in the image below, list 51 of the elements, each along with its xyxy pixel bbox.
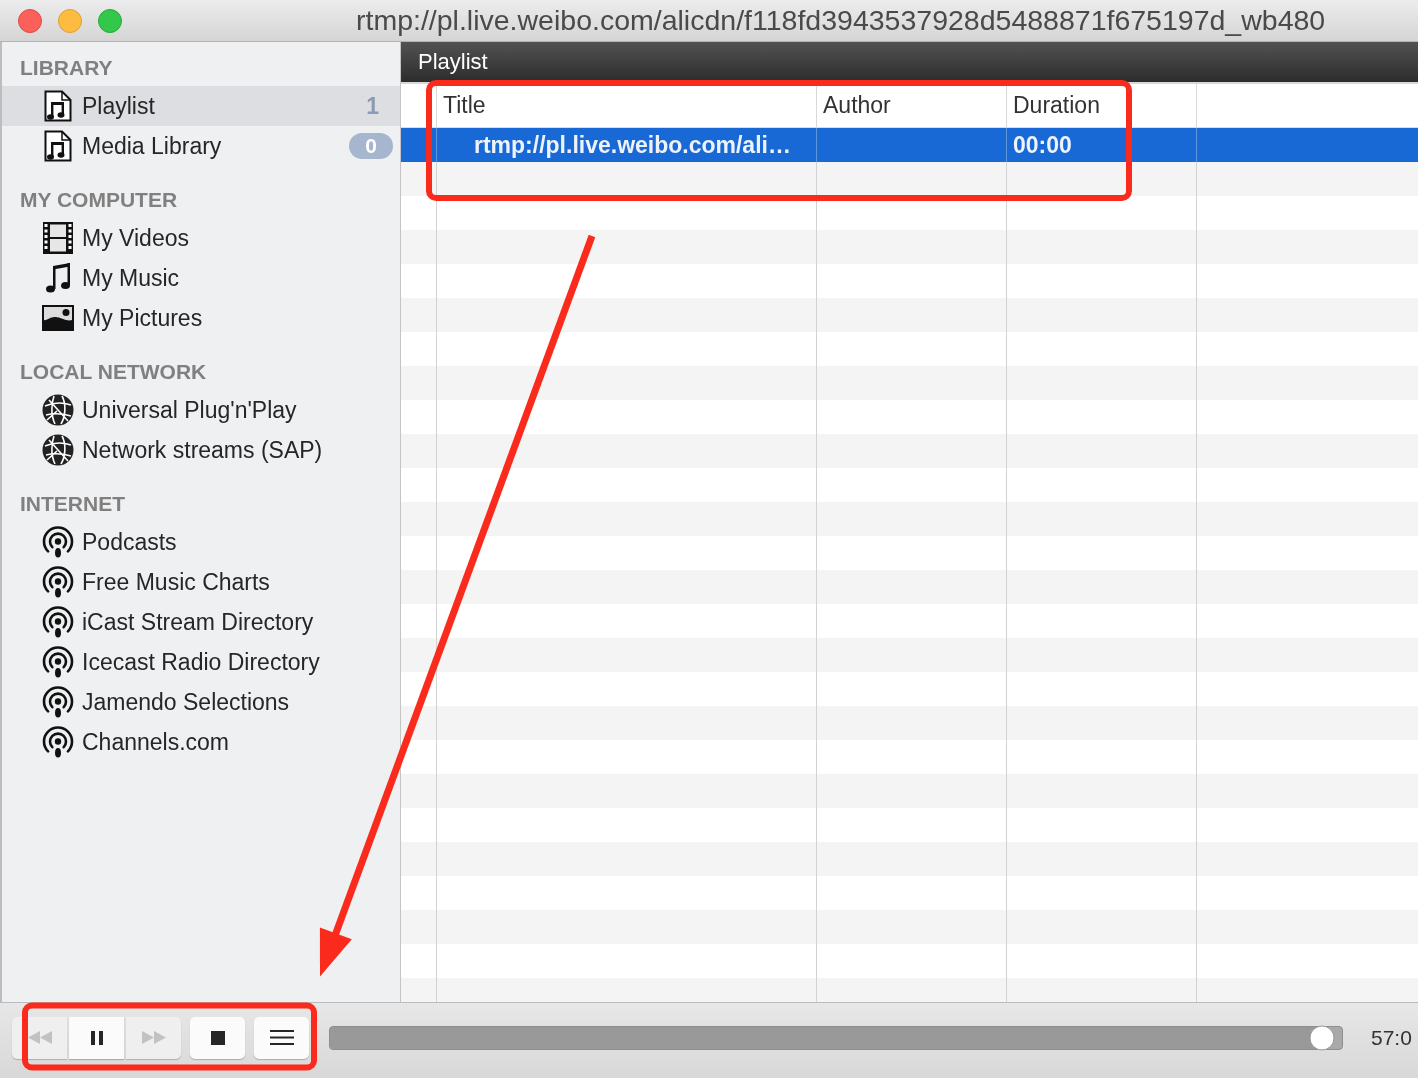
sidebar-item[interactable]: Jamendo Selections xyxy=(2,682,400,722)
broadcast-icon xyxy=(42,526,74,558)
broadcast-icon xyxy=(42,646,74,678)
stop-button[interactable] xyxy=(190,1016,245,1059)
column-header[interactable]: Title xyxy=(437,84,817,127)
section-header: LIBRARY xyxy=(19,55,114,81)
broadcast-icon xyxy=(42,726,74,758)
film-strip-icon xyxy=(43,222,73,254)
zoom-button[interactable] xyxy=(98,8,122,33)
broadcast-icon xyxy=(42,686,74,718)
picture-icon xyxy=(42,305,74,331)
pause-button[interactable] xyxy=(69,1016,124,1059)
sidebar-item[interactable]: Podcasts xyxy=(2,522,400,562)
close-button[interactable] xyxy=(18,8,42,33)
globe-icon xyxy=(42,434,74,466)
sidebar-item[interactable]: Icecast Radio Directory xyxy=(2,642,400,682)
document-music-icon xyxy=(44,130,72,162)
sidebar-item[interactable]: Media Library 0 xyxy=(2,126,400,166)
section-header: MY COMPUTER xyxy=(19,187,179,213)
sidebar-item[interactable]: Channels.com xyxy=(2,722,400,762)
pause-icon xyxy=(90,1030,103,1045)
sidebar-item[interactable]: Network streams (SAP) xyxy=(2,430,400,470)
sidebar-item[interactable]: iCast Stream Directory xyxy=(2,602,400,642)
section-header: LOCAL NETWORK xyxy=(19,359,208,385)
stop-icon xyxy=(210,1030,225,1045)
sidebar-item[interactable]: Universal Plug'n'Play xyxy=(2,390,400,430)
slider-thumb[interactable] xyxy=(1309,1025,1335,1050)
playlist-button[interactable] xyxy=(254,1016,309,1059)
playlist-header: Playlist xyxy=(401,42,1418,84)
fast-forward-icon xyxy=(141,1031,166,1044)
broadcast-icon xyxy=(42,566,74,598)
window-title: rtmp://pl.live.weibo.com/alicdn/f118fd3943537928d5488871f675197d_wb480 xyxy=(356,4,1326,37)
sidebar-item[interactable]: My Videos xyxy=(2,218,400,258)
rewind-icon xyxy=(27,1031,52,1044)
sidebar-item[interactable]: My Pictures xyxy=(2,298,400,338)
sidebar-item[interactable]: Playlist 1 xyxy=(2,86,400,126)
sidebar-item[interactable]: My Music xyxy=(2,258,400,298)
section-header: INTERNET xyxy=(19,491,126,517)
sidebar-item[interactable]: Free Music Charts xyxy=(2,562,400,602)
globe-icon xyxy=(42,394,74,426)
music-note-icon xyxy=(44,263,72,293)
item-count: 1 xyxy=(366,92,379,120)
column-header[interactable]: Author xyxy=(817,84,1007,127)
minimize-button[interactable] xyxy=(58,8,82,33)
document-music-icon xyxy=(44,90,72,122)
column-header[interactable]: Duration xyxy=(1007,84,1197,127)
table-row[interactable]: rtmp://pl.live.weibo.com/ali… 00:00 xyxy=(401,128,1418,162)
broadcast-icon xyxy=(42,606,74,638)
count-badge: 0 xyxy=(349,133,393,159)
menu-icon xyxy=(269,1030,294,1045)
time-label: 57:0 xyxy=(1371,1025,1412,1050)
